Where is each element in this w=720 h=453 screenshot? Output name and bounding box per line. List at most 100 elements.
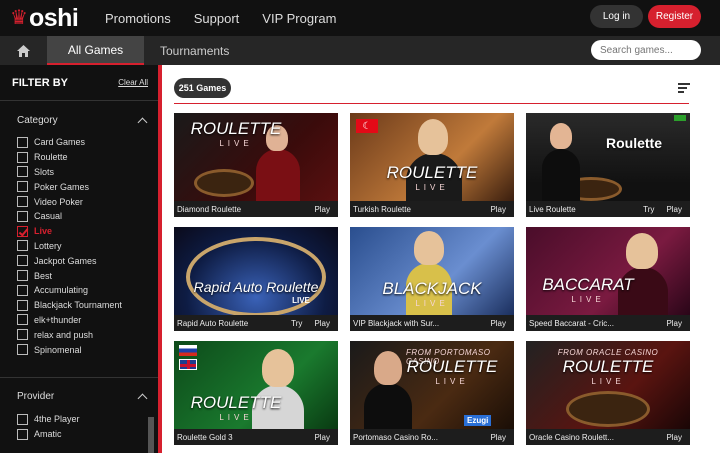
game-thumbnail[interactable]: FROM ORACLE CASINO ROULETTE LIVE: [526, 341, 690, 429]
checkbox[interactable]: [17, 428, 28, 440]
provider-section-header[interactable]: Provider: [0, 382, 158, 412]
dealer-figure: [256, 149, 300, 201]
play-button[interactable]: Play: [666, 433, 682, 442]
live-label: LIVE: [219, 413, 253, 422]
login-button[interactable]: Log in: [590, 5, 643, 28]
game-card[interactable]: FROM ORACLE CASINO ROULETTE LIVE Oracle Cas…: [526, 341, 690, 445]
game-thumbnail[interactable]: ROULETTE LIVE: [174, 113, 338, 201]
checkbox[interactable]: [17, 210, 28, 222]
provider-title: Provider: [17, 391, 55, 403]
play-button[interactable]: Play: [490, 433, 506, 442]
checkbox[interactable]: [17, 270, 28, 282]
game-thumbnail[interactable]: FROM PORTOMASO CASINO ROULETTE LIVE Ezugi: [350, 341, 514, 429]
game-card[interactable]: ROULETTE LIVE ☾ Turkish Roulette Play: [350, 113, 514, 217]
game-banner-title: Roulette: [606, 135, 662, 151]
main-nav: Promotions Support VIP Program: [105, 11, 336, 26]
category-title: Category: [17, 114, 58, 126]
uk-flag-icon: [179, 359, 197, 370]
checkbox[interactable]: [17, 151, 28, 163]
filter-item[interactable]: Jackpot Games: [17, 253, 158, 268]
game-thumbnail[interactable]: Rapid Auto Roulette LIVE: [174, 227, 338, 317]
game-card[interactable]: Roulette Live Roulette Try Play: [526, 113, 690, 217]
filter-item[interactable]: Slots: [17, 165, 158, 180]
game-thumbnail[interactable]: ROULETTE LIVE: [174, 341, 338, 429]
game-title: VIP Blackjack with Sur...: [353, 318, 440, 328]
game-card[interactable]: ROULETTE LIVE Diamond Roulette Play: [174, 113, 338, 217]
play-button[interactable]: Play: [314, 433, 330, 442]
clear-all-link[interactable]: Clear All: [118, 78, 148, 87]
play-button[interactable]: Play: [490, 319, 506, 328]
filter-item[interactable]: Lottery: [17, 239, 158, 254]
search-input[interactable]: [591, 40, 701, 60]
sidebar-scrollbar[interactable]: [148, 417, 154, 453]
tab-home[interactable]: [0, 36, 47, 65]
game-card[interactable]: Rapid Auto Roulette LIVE Rapid Auto Roulet…: [174, 227, 338, 331]
play-button[interactable]: Play: [490, 205, 506, 214]
checkbox[interactable]: [17, 196, 28, 208]
checkbox[interactable]: [17, 314, 28, 326]
checkbox[interactable]: [17, 255, 28, 267]
tab-tournaments[interactable]: Tournaments: [160, 36, 229, 65]
game-title: Speed Baccarat - Cric...: [529, 318, 614, 328]
filter-item[interactable]: 4the Player: [17, 412, 158, 427]
filter-item[interactable]: Best: [17, 268, 158, 283]
game-title: Portomaso Casino Ro...: [353, 432, 438, 442]
chevron-up-icon: [137, 117, 148, 127]
live-label: LIVE: [415, 299, 449, 308]
nav-promotions[interactable]: Promotions: [105, 11, 171, 26]
register-button[interactable]: Register: [648, 5, 701, 28]
filter-label: 4the Player: [34, 414, 80, 425]
play-button[interactable]: Play: [314, 319, 330, 328]
provider-logo: Ezugi: [464, 415, 492, 426]
checkbox[interactable]: [17, 329, 28, 341]
filter-item[interactable]: Accumulating: [17, 283, 158, 298]
game-thumbnail[interactable]: BLACKJACK LIVE: [350, 227, 514, 315]
tab-bar: All Games Tournaments: [0, 36, 720, 65]
game-thumbnail[interactable]: ROULETTE LIVE ☾: [350, 113, 514, 201]
game-banner-title: BACCARAT: [542, 275, 634, 294]
game-title: Oracle Casino Roulett...: [529, 432, 614, 442]
filter-item[interactable]: Casual: [17, 209, 158, 224]
game-card[interactable]: ROULETTE LIVE Roulette Gold 3 Play: [174, 341, 338, 445]
filter-item[interactable]: elk+thunder: [17, 313, 158, 328]
checkbox[interactable]: [17, 299, 28, 311]
games-count-badge: 251 Games: [174, 78, 231, 98]
filter-item[interactable]: Amatic: [17, 427, 158, 442]
filter-item[interactable]: Video Poker: [17, 194, 158, 209]
filter-item[interactable]: Blackjack Tournament: [17, 298, 158, 313]
play-button[interactable]: Play: [666, 319, 682, 328]
play-button[interactable]: Play: [666, 205, 682, 214]
roulette-wheel: [194, 169, 254, 197]
checkbox[interactable]: [17, 181, 28, 193]
checkbox[interactable]: [17, 284, 28, 296]
checkbox[interactable]: [17, 240, 28, 252]
checkbox[interactable]: [17, 344, 28, 356]
sort-icon[interactable]: [678, 83, 690, 93]
game-banner-title: Rapid Auto Roulette: [193, 279, 319, 295]
try-button[interactable]: Try: [291, 319, 302, 328]
game-thumbnail[interactable]: Roulette: [526, 113, 690, 201]
logo[interactable]: ♛ oshi: [10, 4, 90, 33]
try-button[interactable]: Try: [643, 205, 654, 214]
filter-item[interactable]: Poker Games: [17, 179, 158, 194]
play-button[interactable]: Play: [314, 205, 330, 214]
filter-item[interactable]: Spinomenal: [17, 342, 158, 357]
game-card[interactable]: BACCARAT LIVE Speed Baccarat - Cric... Play: [526, 227, 690, 331]
dealer-face: [418, 119, 448, 155]
filter-item[interactable]: Live: [17, 224, 158, 239]
filter-item[interactable]: relax and push: [17, 327, 158, 342]
checkbox[interactable]: [17, 225, 28, 237]
category-section-header[interactable]: Category: [0, 105, 158, 135]
game-thumbnail[interactable]: BACCARAT LIVE: [526, 227, 690, 315]
nav-vip-program[interactable]: VIP Program: [262, 11, 336, 26]
game-title-bar: VIP Blackjack with Sur... Play: [350, 315, 514, 331]
checkbox[interactable]: [17, 413, 28, 425]
game-card[interactable]: FROM PORTOMASO CASINO ROULETTE LIVE Ezugi Po…: [350, 341, 514, 445]
filter-item[interactable]: Card Games: [17, 135, 158, 150]
tab-all-games[interactable]: All Games: [47, 36, 144, 65]
checkbox[interactable]: [17, 136, 28, 148]
checkbox[interactable]: [17, 166, 28, 178]
filter-item[interactable]: Roulette: [17, 150, 158, 165]
game-card[interactable]: BLACKJACK LIVE VIP Blackjack with Sur... Pl…: [350, 227, 514, 331]
nav-support[interactable]: Support: [194, 11, 240, 26]
